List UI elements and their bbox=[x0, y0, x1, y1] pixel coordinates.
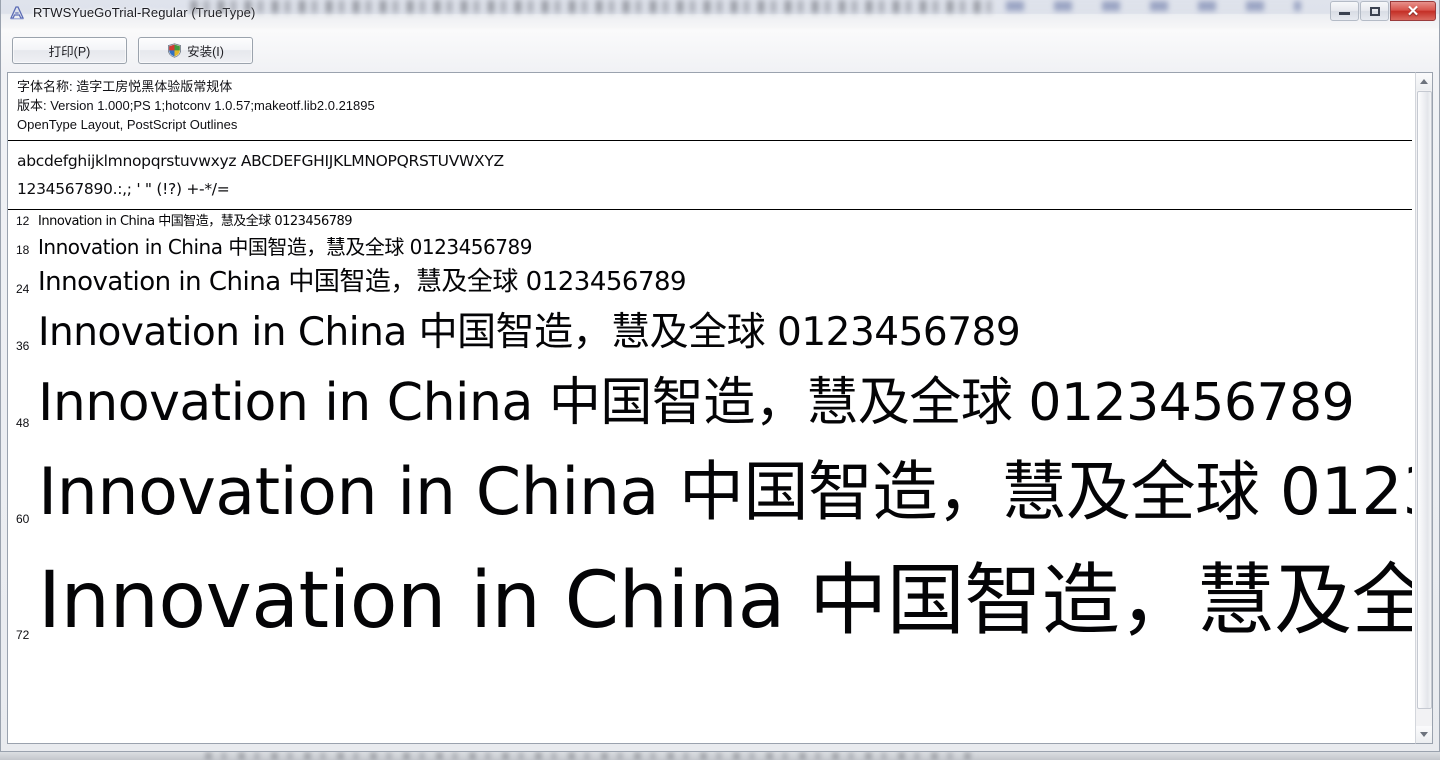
alphabet-letters-line: abcdefghijklmnopqrstuvwxyz ABCDEFGHIJKLM… bbox=[17, 152, 504, 170]
specimen-size-label: 48 bbox=[16, 415, 30, 430]
maximize-icon bbox=[1369, 6, 1380, 16]
vertical-scrollbar[interactable] bbox=[1415, 72, 1433, 744]
specimen-row: 18 Innovation in China 中国智造，慧及全球 01234567… bbox=[8, 229, 1412, 258]
specimen-row: 24 Innovation in China 中国智造，慧及全球 01234567… bbox=[8, 258, 1412, 297]
close-button[interactable]: ✕ bbox=[1390, 1, 1436, 21]
specimen-size-label: 12 bbox=[16, 213, 30, 228]
scrollbar-thumb[interactable] bbox=[1417, 91, 1432, 709]
font-preview-window: RTWSYueGoTrial-Regular (TrueType) ✕ 打印(P… bbox=[0, 0, 1440, 752]
specimen-text: Innovation in China 中国智造，慧及全球 0123456789 bbox=[38, 454, 1412, 527]
title-bar[interactable]: RTWSYueGoTrial-Regular (TrueType) ✕ bbox=[1, 0, 1439, 30]
window-title: RTWSYueGoTrial-Regular (TrueType) bbox=[33, 5, 256, 20]
uac-shield-icon bbox=[167, 42, 182, 58]
specimen-size-label: 72 bbox=[16, 627, 30, 642]
scroll-down-button[interactable] bbox=[1416, 726, 1432, 743]
font-preview-pane: 字体名称: 造字工房悦黑体验版常规体 版本: Version 1.000;PS … bbox=[7, 72, 1433, 744]
print-button[interactable]: 打印(P) bbox=[12, 36, 127, 64]
blurred-titlebar-overlay-right bbox=[1006, 1, 1301, 11]
install-button[interactable]: 安装(I) bbox=[138, 36, 253, 64]
specimen-row: 48 Innovation in China 中国智造，慧及全球 01234567… bbox=[8, 354, 1412, 431]
font-preview-content: 字体名称: 造字工房悦黑体验版常规体 版本: Version 1.000;PS … bbox=[8, 73, 1412, 743]
minimize-icon bbox=[1339, 12, 1350, 15]
title-bar-left: RTWSYueGoTrial-Regular (TrueType) bbox=[1, 0, 255, 25]
maximize-button[interactable] bbox=[1360, 1, 1389, 21]
specimen-size-label: 18 bbox=[16, 242, 30, 257]
font-name-line: 字体名称: 造字工房悦黑体验版常规体 bbox=[17, 79, 233, 94]
font-version-line: 版本: Version 1.000;PS 1;hotconv 1.0.57;ma… bbox=[17, 98, 375, 113]
font-outlines-line: OpenType Layout, PostScript Outlines bbox=[17, 117, 238, 132]
close-icon: ✕ bbox=[1406, 2, 1420, 20]
font-file-icon bbox=[8, 4, 26, 22]
specimen-row: 72 Innovation in China 中国智造，慧及全球 01234567… bbox=[8, 527, 1412, 643]
specimen-text: Innovation in China 中国智造，慧及全球 0123456789 bbox=[38, 234, 532, 258]
chevron-up-icon bbox=[1420, 79, 1428, 84]
font-info-block: 字体名称: 造字工房悦黑体验版常规体 版本: Version 1.000;PS … bbox=[8, 73, 1412, 134]
minimize-button[interactable] bbox=[1330, 1, 1359, 21]
specimen-size-label: 60 bbox=[16, 511, 30, 526]
toolbar: 打印(P) 安装(I) bbox=[1, 30, 1439, 70]
blurred-titlebar-overlay bbox=[191, 0, 991, 13]
alphabet-digits-line: 1234567890.:,; ' " (!?) +-*/= bbox=[17, 180, 230, 198]
bottom-status-strip bbox=[0, 752, 1440, 760]
window-controls: ✕ bbox=[1330, 1, 1437, 21]
blurred-status-text bbox=[205, 752, 975, 760]
specimen-row: 12 Innovation in China 中国智造，慧及全球 01234567… bbox=[8, 210, 1412, 229]
specimen-text: Innovation in China 中国智造，慧及全球 0123456789 bbox=[38, 555, 1412, 643]
alphabet-block: abcdefghijklmnopqrstuvwxyz ABCDEFGHIJKLM… bbox=[8, 141, 1412, 209]
specimen-row: 36 Innovation in China 中国智造，慧及全球 01234567… bbox=[8, 297, 1412, 354]
specimen-size-label: 36 bbox=[16, 338, 30, 353]
chevron-down-icon bbox=[1420, 732, 1428, 737]
specimen-row: 60 Innovation in China 中国智造，慧及全球 01234567… bbox=[8, 431, 1412, 527]
install-button-label: 安装(I) bbox=[187, 44, 224, 59]
specimen-text: Innovation in China 中国智造，慧及全球 0123456789 bbox=[38, 373, 1355, 431]
specimen-text: Innovation in China 中国智造，慧及全球 0123456789 bbox=[38, 267, 687, 297]
specimen-text: Innovation in China 中国智造，慧及全球 0123456789 bbox=[38, 309, 1021, 354]
specimen-list: 12 Innovation in China 中国智造，慧及全球 01234567… bbox=[8, 210, 1412, 643]
specimen-size-label: 24 bbox=[16, 281, 30, 296]
print-button-label: 打印(P) bbox=[48, 44, 91, 59]
specimen-text: Innovation in China 中国智造，慧及全球 0123456789 bbox=[38, 214, 353, 229]
scroll-up-button[interactable] bbox=[1416, 73, 1432, 90]
